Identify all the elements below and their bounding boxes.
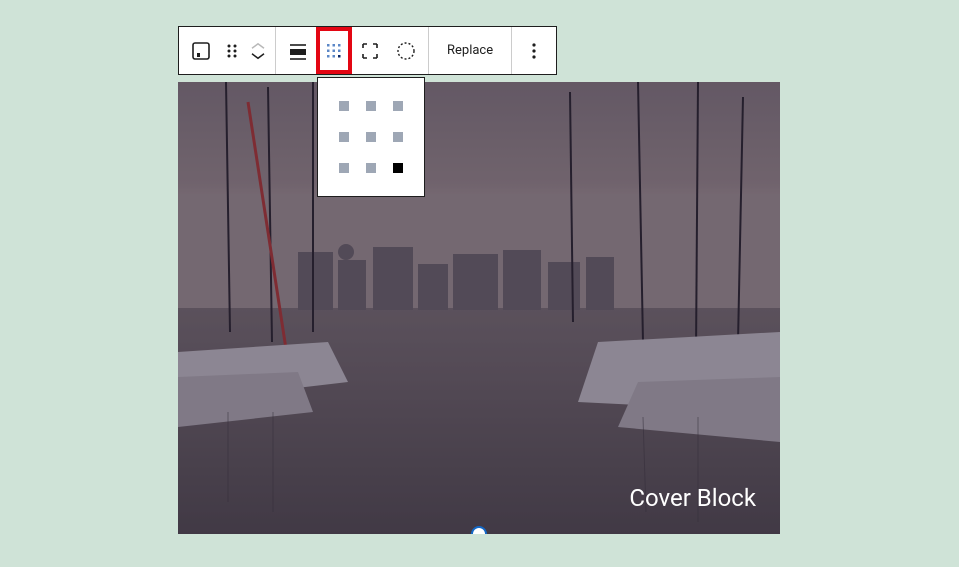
block-toolbar: Replace [178, 26, 557, 75]
chevron-down-icon [249, 51, 267, 61]
toolbar-group-block [179, 27, 276, 74]
toolbar-group-align [276, 27, 429, 74]
pos-bottom-left[interactable] [339, 163, 349, 173]
pos-bottom-right[interactable] [393, 163, 403, 173]
more-vertical-icon [522, 39, 546, 63]
pos-center-center[interactable] [366, 132, 376, 142]
more-options-button[interactable] [516, 27, 552, 74]
move-buttons[interactable] [245, 27, 271, 74]
align-icon [286, 39, 310, 63]
replace-button[interactable]: Replace [433, 27, 507, 74]
fullheight-icon [358, 39, 382, 63]
drag-handle-icon [220, 39, 244, 63]
pos-center-left[interactable] [339, 132, 349, 142]
pos-top-center[interactable] [366, 101, 376, 111]
cover-title[interactable]: Cover Block [629, 484, 756, 512]
toolbar-group-replace: Replace [429, 27, 512, 74]
cover-block[interactable]: Cover Block [178, 82, 780, 534]
block-type-button[interactable] [183, 27, 219, 74]
fullheight-button[interactable] [352, 27, 388, 74]
duotone-button[interactable] [388, 27, 424, 74]
duotone-icon [394, 39, 418, 63]
drag-handle[interactable] [219, 27, 245, 74]
cover-block-icon [189, 39, 213, 63]
pos-bottom-center[interactable] [366, 163, 376, 173]
pos-top-right[interactable] [393, 101, 403, 111]
chevron-up-icon [249, 41, 267, 51]
content-position-popover [317, 77, 425, 197]
content-position-icon [322, 39, 346, 63]
cover-overlay [178, 82, 780, 534]
toolbar-group-more [512, 27, 556, 74]
pos-top-left[interactable] [339, 101, 349, 111]
pos-center-right[interactable] [393, 132, 403, 142]
content-position-button[interactable] [316, 27, 352, 74]
align-button[interactable] [280, 27, 316, 74]
replace-label: Replace [447, 43, 493, 58]
